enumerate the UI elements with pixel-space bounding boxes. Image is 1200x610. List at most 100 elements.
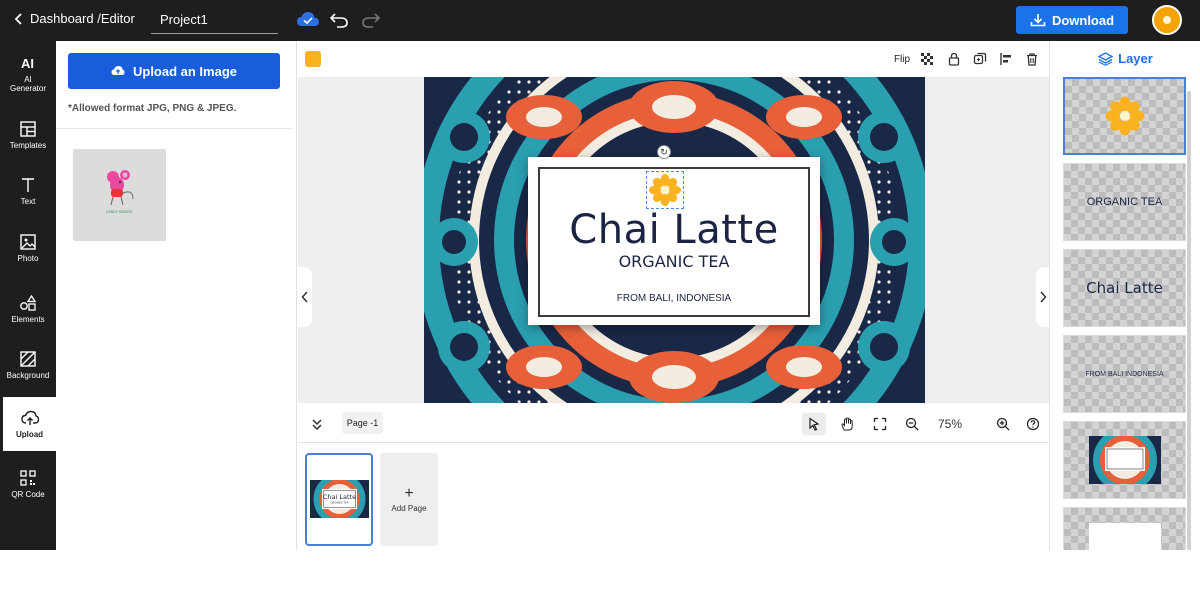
sidebar-item-photo[interactable]: Photo (0, 220, 56, 276)
transparency-button[interactable] (918, 50, 936, 68)
chevron-right-icon (1040, 291, 1047, 303)
sidebar-item-upload[interactable]: Upload (3, 397, 56, 451)
layer-preview (1089, 523, 1161, 550)
templates-icon (20, 121, 36, 137)
project-name-input[interactable]: Project1 (151, 8, 278, 34)
page-thumbnail[interactable]: Chai Latte ORGANIC TEA (305, 453, 373, 546)
editor-app: Dashboard /Editor Project1 Download AI A… (0, 0, 1200, 550)
fullscreen-button[interactable] (868, 413, 892, 435)
sidebar-item-label: Background (6, 371, 50, 380)
chevron-left-icon (14, 12, 22, 25)
layer-preview (1064, 422, 1185, 498)
fullscreen-icon (873, 417, 887, 431)
selected-flower-element[interactable] (646, 171, 684, 209)
allowed-formats-note: *Allowed format JPG, PNG & JPEG. (68, 103, 237, 114)
lock-button[interactable] (945, 50, 963, 68)
align-left-icon (1000, 53, 1011, 65)
top-bar: Dashboard /Editor Project1 Download (0, 0, 1200, 41)
layer-item-origin[interactable]: FROM BALI INDONESIA (1063, 335, 1186, 413)
sidebar-item-label: Templates (9, 141, 47, 150)
layer-text: FROM BALI INDONESIA (1085, 370, 1164, 378)
double-chevron-down-icon (312, 419, 322, 431)
cloud-upload-icon (111, 66, 125, 75)
delete-button[interactable] (1023, 50, 1041, 68)
layer-preview (1065, 79, 1184, 153)
background-icon (20, 351, 36, 367)
sidebar-item-ai-generator[interactable]: AI AI Generator (0, 45, 56, 101)
duplicate-button[interactable] (971, 50, 989, 68)
upload-image-label: Upload an Image (132, 63, 238, 79)
photo-icon (20, 234, 36, 250)
collapse-left-panel-button[interactable] (298, 267, 312, 327)
trash-icon (1027, 53, 1037, 66)
page-thumbnail-preview: Chai Latte ORGANIC TEA (310, 480, 369, 518)
collapse-right-panel-button[interactable] (1036, 267, 1050, 327)
collapse-pages-button[interactable] (305, 413, 329, 435)
color-picker-swatch[interactable] (305, 51, 321, 67)
sidebar-item-elements[interactable]: Elements (0, 281, 56, 337)
rotate-handle-icon[interactable]: ↻ (657, 145, 671, 159)
hand-icon (841, 417, 853, 431)
user-avatar[interactable] (1152, 5, 1182, 35)
pan-tool-button[interactable] (835, 413, 859, 435)
sidebar-item-label: AI Generator (9, 74, 47, 93)
upload-icon (20, 410, 39, 425)
layer-item-flower[interactable] (1063, 77, 1186, 155)
ai-icon: AI (21, 56, 34, 71)
add-page-button[interactable]: + Add Page (380, 453, 438, 546)
design-canvas[interactable]: Chai Latte ORGANIC TEA FROM BALI, INDONE… (424, 77, 925, 403)
layers-title-label: Layer (1118, 51, 1153, 66)
layers-icon (1098, 51, 1114, 66)
undo-icon[interactable] (329, 11, 349, 29)
sidebar-item-background[interactable]: Background (0, 337, 56, 393)
zoom-in-icon (996, 417, 1010, 431)
design-title-text[interactable]: Chai Latte (528, 207, 820, 253)
layer-text: Chai Latte (1086, 279, 1163, 297)
canvas-bottom-bar: Page -1 75% (298, 403, 1049, 443)
redo-icon[interactable] (361, 11, 381, 29)
zoom-out-icon (905, 417, 919, 431)
upload-panel: Upload an Image *Allowed format JPG, PNG… (56, 41, 297, 550)
plus-icon: + (404, 484, 414, 502)
sidebar-item-text[interactable]: Text (0, 163, 56, 219)
layers-scrollbar[interactable] (1187, 91, 1191, 550)
back-to-dashboard-link[interactable]: Dashboard /Editor (14, 11, 135, 26)
layer-item-white-rectangle[interactable] (1063, 507, 1186, 550)
flip-button[interactable]: Flip (890, 50, 914, 68)
design-origin-text[interactable]: FROM BALI, INDONESIA (528, 293, 820, 304)
divider (56, 128, 292, 129)
sidebar-item-label: Text (20, 197, 36, 206)
svg-text:AI: AI (21, 56, 34, 71)
layer-item-organic-tea[interactable]: ORGANIC TEA (1063, 163, 1186, 241)
breadcrumb: Dashboard /Editor (30, 11, 135, 26)
zoom-level: 75% (938, 417, 963, 431)
zoom-out-button[interactable] (900, 413, 924, 435)
element-toolbar: Flip (298, 41, 1049, 77)
layer-item-chai-latte[interactable]: Chai Latte (1063, 249, 1186, 327)
sidebar-item-qr-code[interactable]: QR Code (0, 456, 56, 512)
mouse-illustration: CANDY RIDERS (106, 170, 134, 214)
help-button[interactable] (1021, 413, 1045, 435)
layer-text: ORGANIC TEA (1086, 196, 1163, 208)
sidebar-item-label: Elements (11, 315, 45, 324)
design-subtitle-text[interactable]: ORGANIC TEA (528, 252, 820, 271)
canvas-area: Flip Chai Latte ORGANIC TEA FROM BALI, I… (298, 41, 1050, 550)
select-tool-button[interactable] (802, 413, 826, 435)
page-strip: Chai Latte ORGANIC TEA + Add Page (298, 443, 1049, 550)
align-button[interactable] (997, 50, 1015, 68)
cloud-saved-icon (297, 12, 319, 26)
download-label: Download (1051, 12, 1115, 28)
zoom-in-button[interactable] (991, 413, 1015, 435)
qr-code-icon (20, 470, 36, 486)
sidebar-item-label: Photo (17, 254, 39, 263)
download-button[interactable]: Download (1016, 6, 1128, 34)
left-sidebar: AI AI Generator Templates Text Photo Ele… (0, 41, 56, 550)
flower-icon (649, 174, 681, 206)
sidebar-item-templates[interactable]: Templates (0, 107, 56, 163)
uploaded-image-thumbnail[interactable]: CANDY RIDERS (73, 149, 166, 241)
layers-panel: Layer ORGANIC TEA Chai Latte FROM BALI I… (1049, 41, 1200, 550)
upload-image-button[interactable]: Upload an Image (68, 53, 280, 89)
layer-item-background[interactable] (1063, 421, 1186, 499)
checker-grid-icon (921, 53, 933, 65)
sidebar-item-label: Upload (15, 430, 44, 439)
